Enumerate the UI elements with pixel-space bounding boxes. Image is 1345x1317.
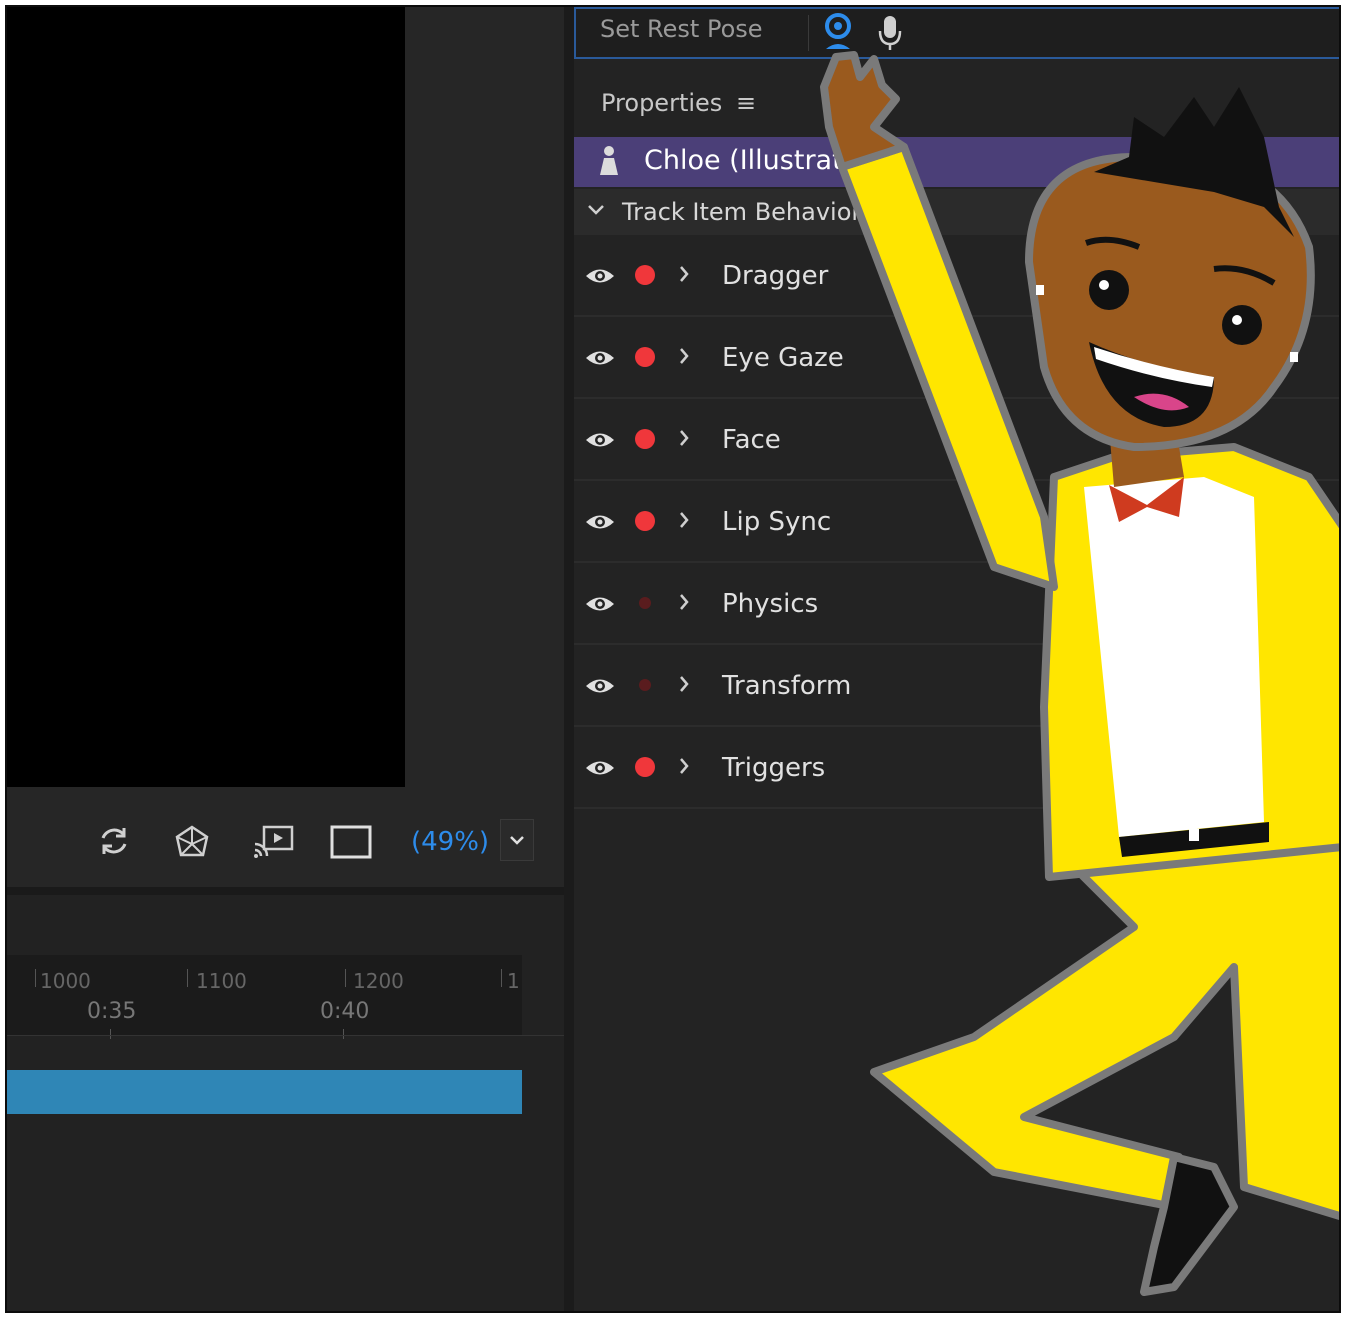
zoom-label[interactable]: (49%)	[411, 827, 489, 857]
ruler-tick	[345, 969, 346, 987]
track-lane-divider	[7, 1035, 564, 1036]
time-label: 0:35	[87, 999, 137, 1024]
timeline-panel: 1000 1100 1200 1 0:35 0:40	[7, 895, 564, 1311]
ruler-tick	[187, 969, 188, 987]
ruler-tick	[35, 969, 36, 987]
panel-divider	[7, 887, 564, 895]
refresh-icon[interactable]	[97, 824, 131, 864]
timeline-ruler[interactable]: 1000 1100 1200 1 0:35 0:40	[7, 955, 522, 1039]
chevron-down-icon	[510, 836, 524, 845]
chloe-character-illustration: .out{stroke:#7a7a7a;stroke-width:8;strok…	[820, 51, 1339, 1296]
zoom-dropdown-button[interactable]	[500, 819, 534, 861]
frame-number: 1200	[353, 969, 404, 993]
scene-toolbar: (49%)	[7, 787, 564, 887]
app-window: (49%) 1000 1100 1200 1 0:35 0:40 Set Res…	[5, 5, 1341, 1313]
properties-panel: Set Rest Pose Properties ≡ Chloe (Illust…	[574, 7, 1339, 1311]
frame-icon[interactable]	[330, 824, 372, 866]
panel-splitter[interactable]	[564, 7, 574, 1311]
scene-panel: (49%) 1000 1100 1200 1 0:35 0:40	[7, 7, 564, 1311]
time-tick	[110, 1029, 111, 1039]
frame-number: 1	[507, 969, 520, 993]
scene-viewer[interactable]	[7, 7, 405, 787]
track-item-bar[interactable]	[7, 1070, 522, 1114]
frame-number: 1100	[196, 969, 247, 993]
time-tick	[343, 1029, 344, 1039]
viewer-margin	[405, 7, 564, 787]
time-label: 0:40	[320, 999, 370, 1024]
physics-icon[interactable]	[173, 824, 211, 868]
ruler-tick	[501, 969, 502, 987]
cast-icon[interactable]	[252, 824, 296, 866]
frame-number: 1000	[40, 969, 91, 993]
